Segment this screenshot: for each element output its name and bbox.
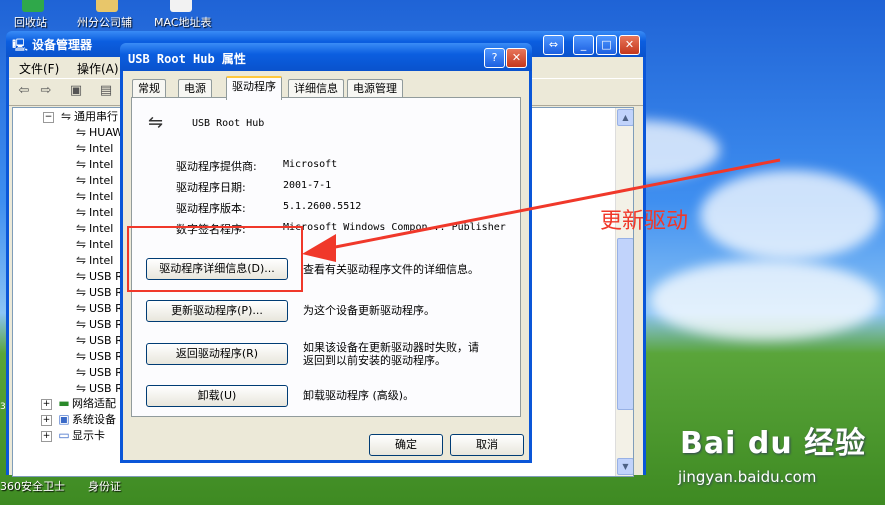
watermark-logo: Bai du 经验 xyxy=(680,426,867,461)
annotation-text: 更新驱动 xyxy=(600,209,689,234)
arrow-head xyxy=(302,234,336,262)
arrow-shaft xyxy=(319,158,781,252)
watermark-url: jingyan.baidu.com xyxy=(678,468,817,486)
tab-driver[interactable]: 驱动程序 xyxy=(226,76,282,100)
